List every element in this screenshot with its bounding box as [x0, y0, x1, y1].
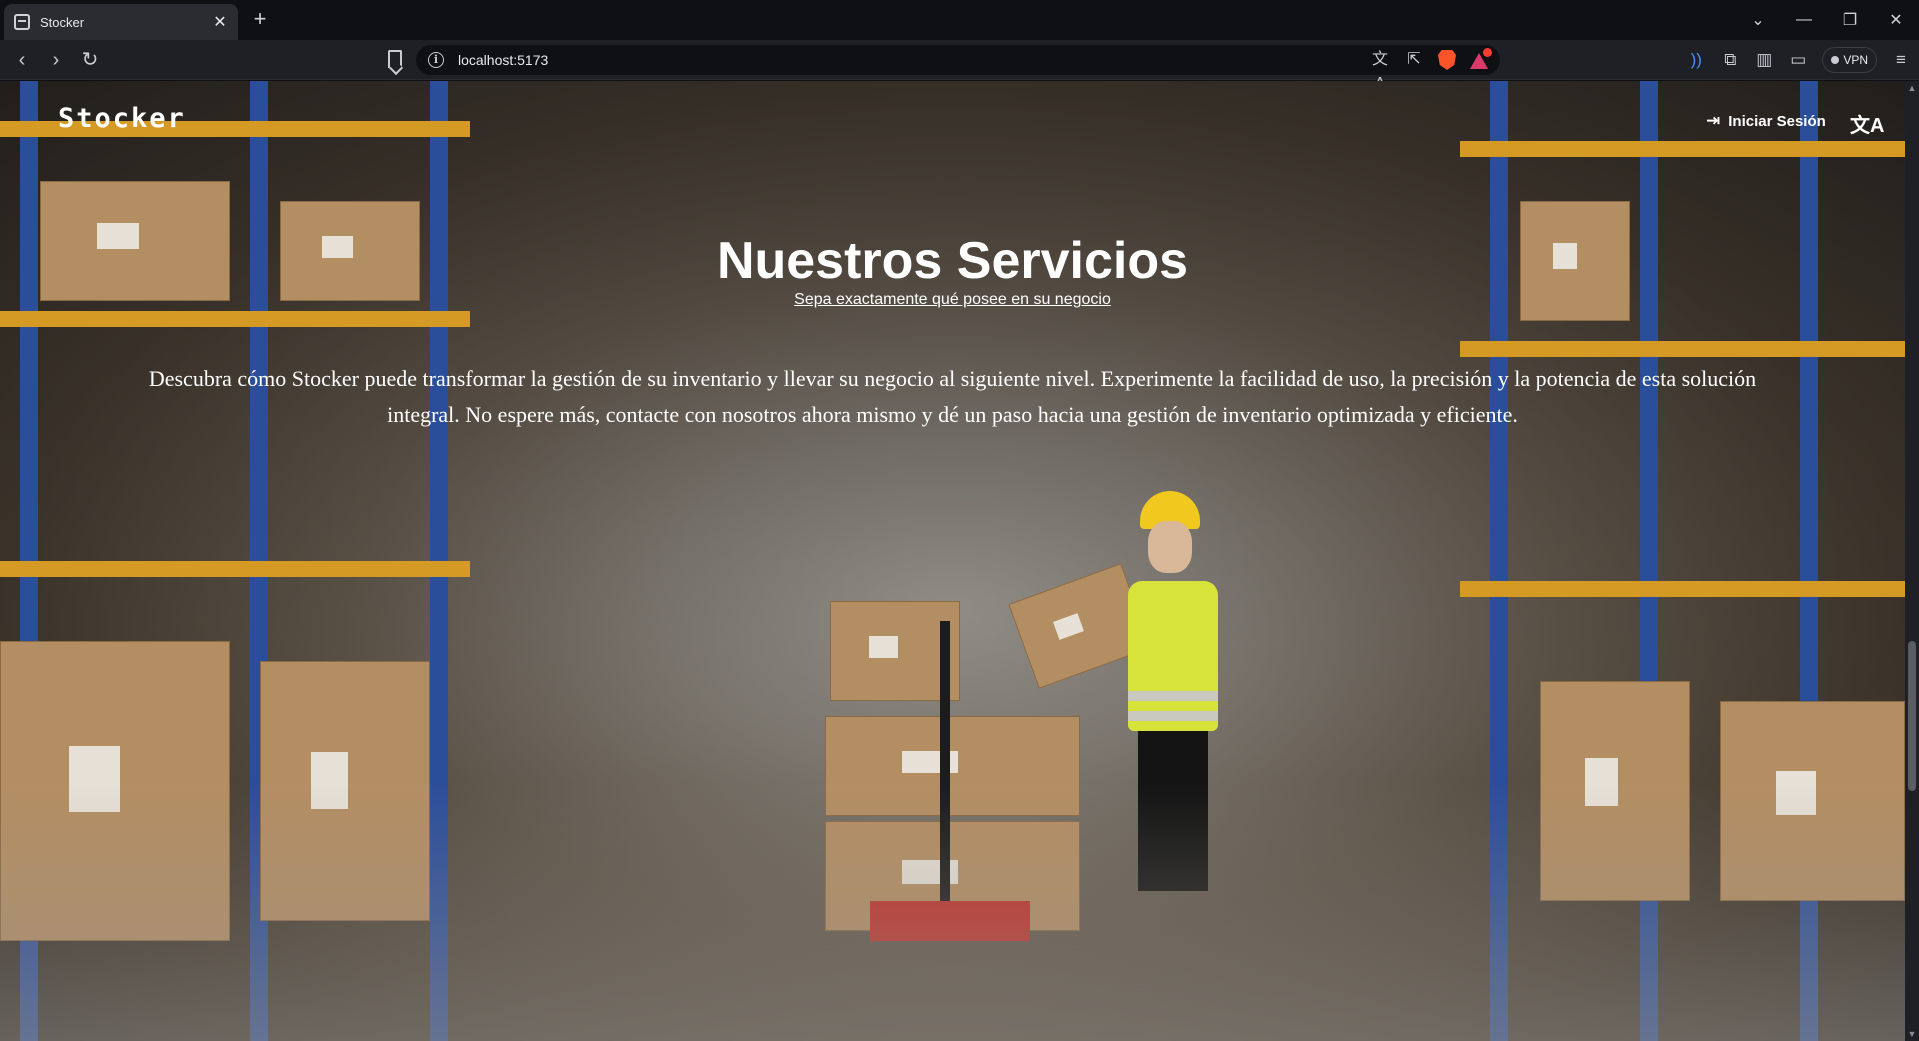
site-header: Stocker ⇥ Iniciar Sesión 文A	[0, 81, 1905, 171]
brave-shields-icon[interactable]	[1438, 50, 1456, 70]
scroll-down-icon[interactable]: ▼	[1905, 1027, 1919, 1041]
site-logo[interactable]: Stocker	[58, 103, 186, 134]
toolbar-right-tools: )) ⧉ ▥ ▭ VPN ≡	[1686, 46, 1911, 74]
hero-title: Nuestros Servicios	[716, 232, 1189, 290]
menu-icon[interactable]: ≡	[1891, 46, 1911, 74]
hero-subtitle-link[interactable]: Sepa exactamente qué posee en su negocio	[0, 291, 1905, 309]
login-link[interactable]: ⇥ Iniciar Sesión	[1706, 111, 1826, 131]
hero-description: Descubra cómo Stocker puede transformar …	[148, 366, 1757, 427]
wallet-icon[interactable]: ▭	[1788, 46, 1808, 74]
close-window-button[interactable]: ✕	[1873, 0, 1919, 40]
language-switch-icon[interactable]: 文A	[1850, 109, 1884, 138]
rack-beam	[0, 311, 470, 327]
tab-stocker[interactable]: Stocker ✕	[4, 4, 238, 40]
new-tab-button[interactable]: +	[248, 8, 272, 32]
hero-background-image	[0, 81, 1905, 1041]
browser-toolbar: ‹ › ↻ i localhost:5173 文A ⇱ )) ⧉ ▥ ▭ VPN	[0, 40, 1919, 92]
warehouse-floor	[0, 781, 1905, 1041]
favicon-icon	[14, 14, 30, 30]
page-scrollbar[interactable]: ▲ ▼	[1905, 81, 1919, 1041]
restore-button[interactable]: ❐	[1827, 0, 1873, 40]
address-bar-actions: 文A ⇱	[1370, 48, 1492, 92]
back-button[interactable]: ‹	[10, 48, 34, 72]
safety-vest	[1128, 581, 1218, 731]
forward-button[interactable]: ›	[44, 48, 68, 72]
notification-dot	[1483, 48, 1492, 57]
worker-head	[1148, 521, 1192, 573]
page-viewport: Stocker ⇥ Iniciar Sesión 文A Nuestros Ser…	[0, 81, 1905, 1041]
reload-button[interactable]: ↻	[78, 48, 102, 72]
url-text[interactable]: localhost:5173	[458, 52, 548, 68]
tab-close-icon[interactable]: ✕	[212, 12, 228, 32]
scroll-up-icon[interactable]: ▲	[1905, 81, 1919, 95]
bookmark-icon[interactable]	[388, 50, 402, 68]
minimize-button[interactable]: —	[1781, 0, 1827, 40]
rack-beam	[1460, 341, 1905, 357]
tab-title: Stocker	[40, 14, 85, 30]
vpn-label: VPN	[1843, 53, 1868, 67]
translate-icon[interactable]: 文A	[1370, 48, 1390, 92]
window-controls: ⌄ — ❐ ✕	[1735, 0, 1919, 40]
rack-beam	[1460, 581, 1905, 597]
login-icon: ⇥	[1706, 111, 1721, 130]
share-icon[interactable]: ⇱	[1404, 48, 1424, 72]
tab-strip: Stocker ✕ + ⌄ — ❐ ✕	[0, 0, 1919, 40]
wallet-connect-icon[interactable]: ))	[1686, 46, 1706, 74]
site-info-icon[interactable]: i	[428, 52, 444, 68]
tab-search-dropdown-icon[interactable]: ⌄	[1735, 0, 1781, 40]
browser-window: Stocker ✕ + ⌄ — ❐ ✕ ‹ › ↻ i localhost:51…	[0, 0, 1919, 1041]
rack-beam	[0, 561, 470, 577]
vpn-button[interactable]: VPN	[1822, 47, 1877, 73]
vpn-status-icon	[1831, 56, 1840, 64]
extensions-icon[interactable]: ⧉	[1720, 46, 1740, 74]
brave-rewards-icon[interactable]	[1470, 48, 1492, 69]
vest-stripe	[1128, 691, 1218, 701]
address-bar[interactable]: i localhost:5173 文A ⇱	[416, 45, 1500, 92]
scroll-thumb[interactable]	[1908, 641, 1916, 791]
login-label: Iniciar Sesión	[1728, 112, 1826, 130]
vest-stripe	[1128, 711, 1218, 721]
sidebar-icon[interactable]: ▥	[1754, 46, 1774, 74]
